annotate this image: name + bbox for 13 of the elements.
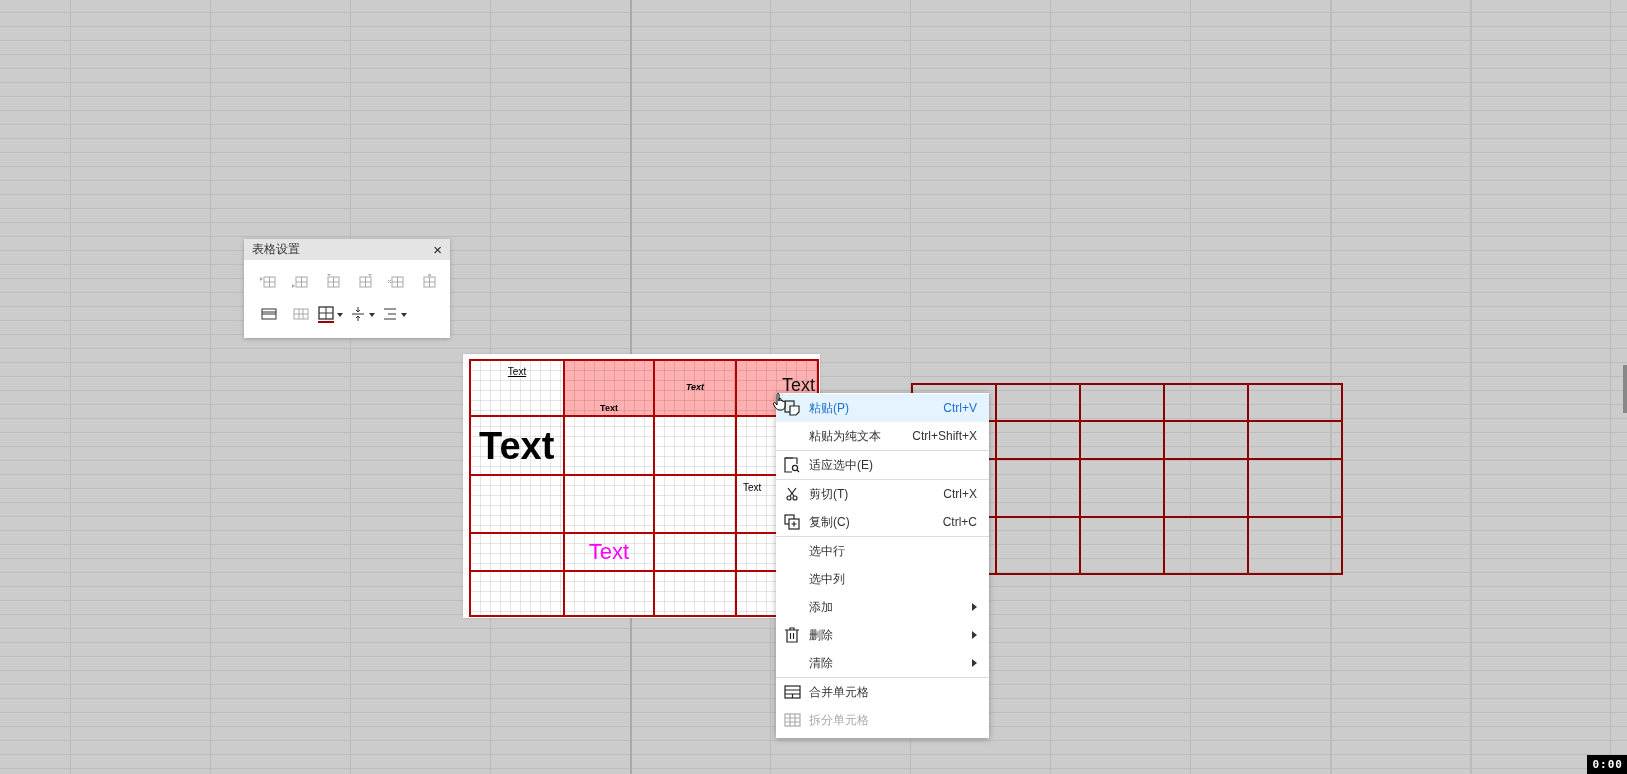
panel-title: 表格设置 [252, 241, 300, 258]
cell-text: Text [685, 382, 705, 392]
shortcut-text: Ctrl+C [942, 515, 977, 529]
cell-text: Text [479, 426, 555, 465]
cell-text: Text [588, 541, 630, 563]
cell-text: Text [743, 483, 762, 493]
cell-text: Text [600, 404, 618, 413]
shortcut-text: Ctrl+V [943, 401, 977, 415]
timer-text: 0:00 [1586, 755, 1627, 774]
shortcut-text: Ctrl+X [943, 487, 977, 501]
cell-text: Text [782, 376, 815, 394]
cell-text: Text [507, 367, 527, 377]
shortcut-text: Ctrl+Shift+X [912, 429, 977, 443]
